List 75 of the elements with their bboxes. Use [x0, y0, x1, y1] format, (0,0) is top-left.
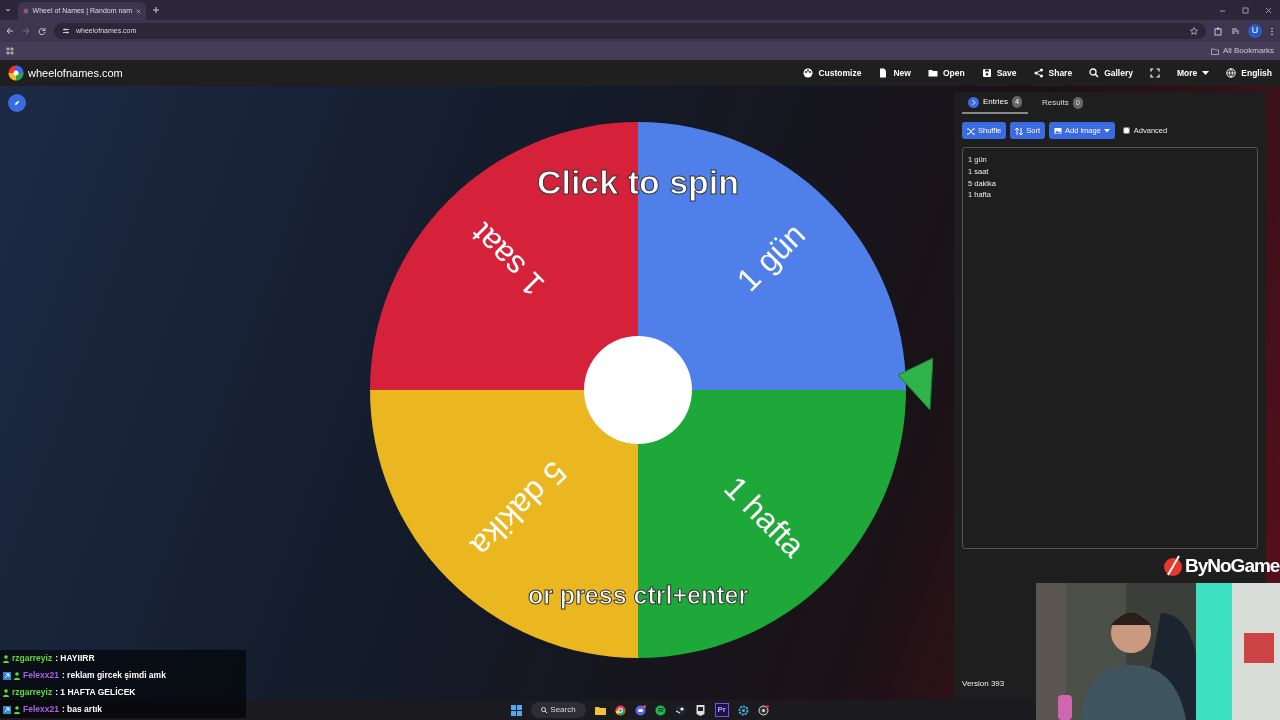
site-logo-text[interactable]: wheelofnames.com — [28, 64, 123, 82]
person-icon — [14, 705, 20, 714]
reload-icon[interactable] — [38, 27, 46, 35]
taskbar-search[interactable]: Search — [531, 702, 586, 718]
media-icon[interactable] — [1231, 26, 1240, 36]
nav-button[interactable]: Customize — [803, 66, 862, 80]
chat-username[interactable]: Felexx21 — [23, 669, 59, 682]
music-icon[interactable] — [654, 704, 666, 716]
image-icon — [1054, 126, 1062, 135]
slice-label: 1 saat — [464, 216, 552, 304]
game-icon[interactable] — [674, 704, 686, 716]
chevron-icon — [968, 96, 979, 108]
star-icon[interactable] — [1190, 27, 1198, 35]
nav-button[interactable]: Gallery — [1089, 66, 1133, 80]
profile-avatar[interactable]: U — [1248, 24, 1262, 38]
editor-app-icon[interactable]: Pr — [714, 703, 729, 717]
advanced-checkbox[interactable] — [1122, 127, 1130, 135]
save-icon — [981, 68, 992, 78]
caret-icon — [1202, 70, 1210, 76]
dropdown-icon[interactable] — [4, 6, 12, 14]
gear-icon[interactable] — [737, 704, 749, 716]
file-icon — [878, 68, 889, 78]
close-icon[interactable] — [1265, 6, 1272, 14]
pencil-icon — [14, 99, 20, 107]
share-icon — [1033, 68, 1044, 78]
back-icon[interactable] — [6, 27, 14, 35]
chat-text: : HAYIIRR — [55, 652, 95, 665]
nav-button[interactable]: English — [1226, 66, 1272, 80]
pointer-icon — [897, 357, 933, 411]
sort-icon — [1015, 126, 1024, 135]
chat-text: : bas artık — [61, 703, 103, 716]
folder-icon — [927, 68, 938, 78]
new-tab-icon[interactable] — [152, 6, 160, 14]
palette-icon — [803, 68, 814, 78]
site-info-icon — [62, 27, 70, 35]
person-icon — [3, 688, 9, 697]
shuffle-icon — [967, 126, 975, 135]
apps-icon[interactable] — [6, 47, 14, 55]
slice-label: 1 gün — [729, 216, 812, 299]
person-icon — [3, 654, 9, 663]
chat-username[interactable]: rzgarreyiz — [12, 686, 53, 699]
search-icon — [541, 707, 548, 713]
restore-icon[interactable] — [1242, 6, 1249, 14]
all-bookmarks-button[interactable]: All Bookmarks — [1210, 45, 1274, 57]
nav-button[interactable]: Open — [927, 66, 965, 80]
nav-button[interactable]: Save — [981, 66, 1017, 80]
folder-icon[interactable] — [594, 704, 606, 716]
edit-button[interactable] — [8, 94, 26, 112]
store-icon[interactable] — [694, 704, 706, 716]
nav-button[interactable]: More — [1177, 66, 1210, 80]
wheel-icon — [23, 7, 29, 15]
wheel-logo-icon — [8, 65, 24, 81]
record-icon[interactable] — [757, 704, 769, 716]
wheel-hub[interactable] — [584, 336, 692, 444]
nav-button[interactable]: New — [878, 66, 911, 80]
nav-button[interactable]: Share — [1033, 66, 1073, 80]
feather-logo-icon — [1163, 555, 1183, 578]
extensions-icon[interactable] — [1214, 26, 1223, 36]
caret-icon — [1103, 128, 1110, 133]
chat-text: : reklam gircek şimdi amk — [61, 669, 166, 682]
close-icon[interactable] — [136, 7, 141, 15]
chat-username[interactable]: rzgarreyiz — [12, 652, 53, 665]
chat-text: : 1 HAFTA GELİCEK — [55, 686, 136, 699]
browser-icon[interactable] — [614, 704, 626, 716]
fullscreen-icon[interactable] — [1150, 68, 1160, 78]
person-icon — [14, 671, 20, 680]
version-text: Version 393 — [962, 678, 1006, 690]
chat-username[interactable]: Felexx21 — [23, 703, 59, 716]
windows-icon[interactable] — [511, 704, 523, 716]
search-icon — [1089, 68, 1100, 78]
forward-icon[interactable] — [22, 27, 30, 35]
globe-icon — [1226, 68, 1237, 78]
chat-app-icon[interactable] — [634, 704, 646, 716]
folder-icon — [1210, 47, 1219, 55]
brand-logo-text: ByNoGame — [1185, 554, 1280, 578]
